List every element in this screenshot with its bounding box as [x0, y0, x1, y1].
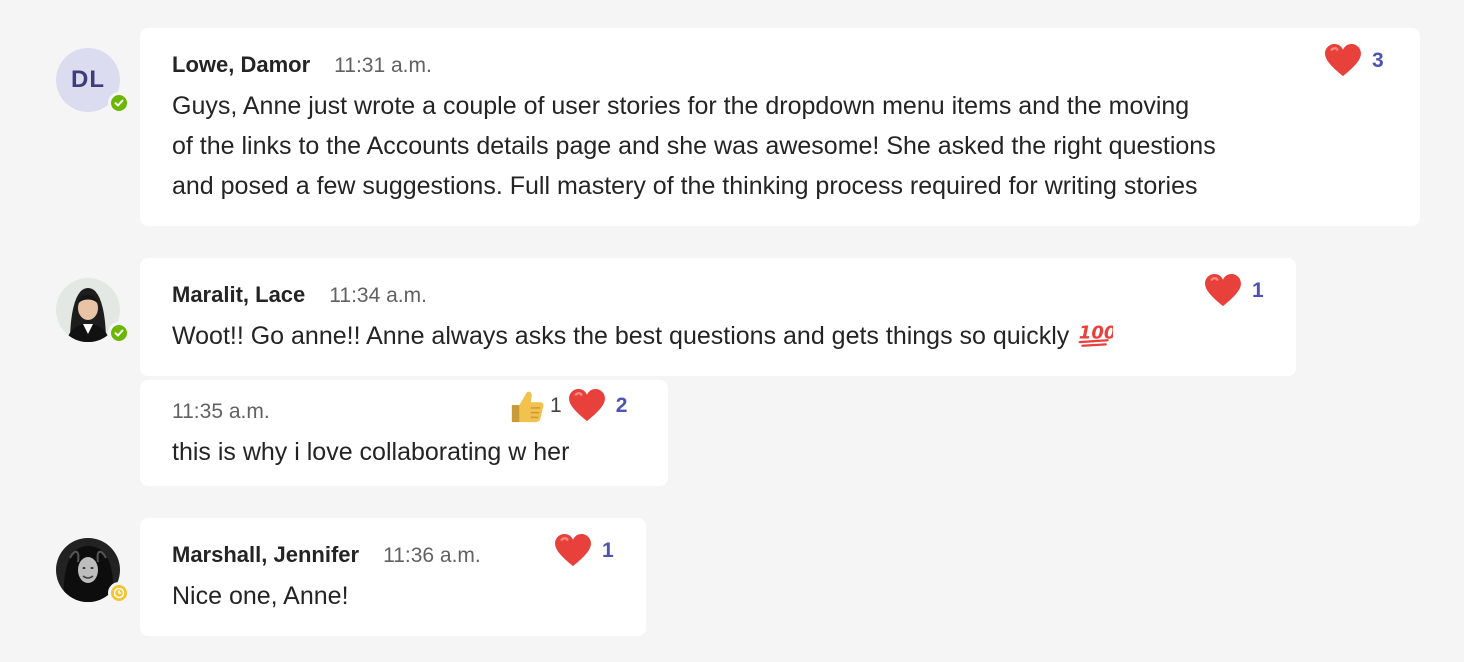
reaction-count: 1: [550, 394, 562, 417]
message-line: Guys, Anne just wrote a couple of user s…: [172, 92, 1190, 120]
reactions-bar[interactable]: 1: [554, 534, 614, 568]
message-line: Woot!! Go anne!! Anne always asks the be…: [172, 322, 1070, 350]
message-bubble[interactable]: Maralit, Lace 11:34 a.m. 1 Woot!! Go ann…: [140, 258, 1296, 376]
message-text: Woot!! Go anne!! Anne always asks the be…: [172, 316, 1113, 356]
status-away-icon: [108, 582, 130, 604]
message-bubble[interactable]: Lowe, Damor 11:31 a.m. 3 Guys, Anne just…: [140, 28, 1420, 226]
status-available-icon: [108, 322, 130, 344]
message-text: this is why i love collaborating w her: [172, 438, 570, 466]
reactions-bar[interactable]: 1: [1204, 274, 1264, 308]
message-line: of the links to the Accounts details pag…: [172, 132, 1216, 160]
reactions-bar[interactable]: 3: [1324, 44, 1384, 78]
avatar-maralit-lace[interactable]: [56, 278, 130, 344]
reaction-count: 1: [602, 539, 614, 562]
avatar-lowe-damor[interactable]: DL: [56, 48, 130, 114]
reactions-bar[interactable]: 1 2: [508, 388, 627, 424]
heart-icon[interactable]: [1324, 44, 1362, 78]
message-timestamp: 11:34 a.m.: [329, 284, 427, 307]
message-bubble[interactable]: 11:35 a.m. 1 2 this is why i love collab…: [140, 380, 668, 486]
heart-icon[interactable]: [1204, 274, 1242, 308]
avatar-marshall-jennifer[interactable]: [56, 538, 130, 604]
thumbs-up-icon[interactable]: [508, 388, 546, 424]
message-text: Nice one, Anne!: [172, 582, 349, 610]
message-line: and posed a few suggestions. Full master…: [172, 172, 1198, 200]
message-author[interactable]: Lowe, Damor: [172, 52, 310, 78]
message-bubble[interactable]: Marshall, Jennifer 11:36 a.m. 1 Nice one…: [140, 518, 646, 636]
reaction-count: 2: [615, 394, 628, 417]
hundred-points-icon: 100: [1078, 323, 1113, 347]
message-text: Guys, Anne just wrote a couple of user s…: [172, 86, 1216, 206]
heart-icon[interactable]: [554, 534, 592, 568]
avatar-initials: DL: [71, 66, 105, 93]
message-timestamp: 11:36 a.m.: [383, 544, 481, 567]
reaction-count: 3: [1372, 49, 1384, 72]
message-author[interactable]: Maralit, Lace: [172, 282, 305, 308]
status-available-icon: [108, 92, 130, 114]
message-author[interactable]: Marshall, Jennifer: [172, 542, 359, 568]
reaction-count: 1: [1252, 279, 1264, 302]
message-timestamp: 11:31 a.m.: [334, 54, 432, 77]
heart-icon[interactable]: [568, 389, 606, 423]
message-timestamp: 11:35 a.m.: [172, 400, 270, 423]
